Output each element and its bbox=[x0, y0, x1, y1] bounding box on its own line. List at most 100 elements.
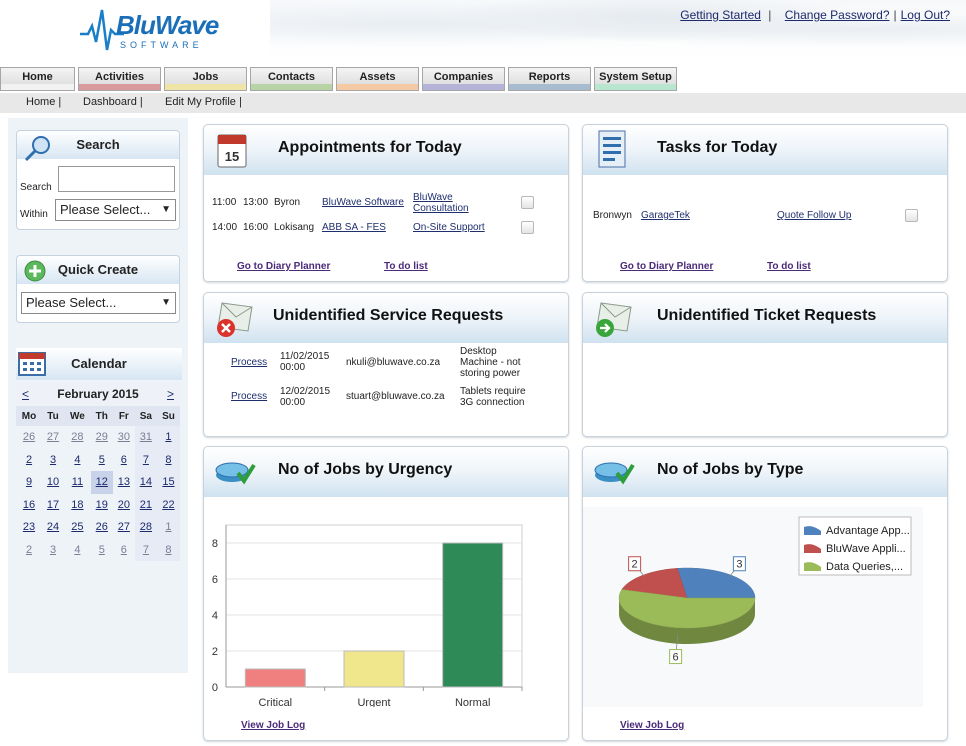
logout-link[interactable]: Log Out? bbox=[901, 8, 950, 22]
calendar-day-link[interactable]: 1 bbox=[165, 431, 171, 443]
calendar-day[interactable]: 28 bbox=[134, 516, 157, 539]
quick-create-select[interactable]: Please Select... ▼ bbox=[21, 292, 176, 314]
to-do-list-link[interactable]: To do list bbox=[767, 261, 811, 272]
calendar-day[interactable]: 8 bbox=[156, 538, 180, 561]
calendar-day[interactable]: 5 bbox=[91, 539, 113, 562]
calendar-day[interactable]: 29 bbox=[91, 426, 113, 449]
calendar-day[interactable]: 24 bbox=[42, 516, 64, 539]
to-do-list-link[interactable]: To do list bbox=[384, 261, 428, 272]
calendar-day-link[interactable]: 31 bbox=[140, 431, 152, 443]
appointment-type-link[interactable]: On-Site Support bbox=[413, 222, 485, 233]
calendar-day-link[interactable]: 28 bbox=[140, 521, 152, 533]
calendar-day-link[interactable]: 11 bbox=[72, 476, 83, 488]
calendar-day[interactable]: 15 bbox=[156, 471, 180, 494]
calendar-day[interactable]: 3 bbox=[42, 539, 64, 562]
within-select[interactable]: Please Select... ▼ bbox=[55, 199, 176, 221]
subnav-edit-profile[interactable]: Edit My Profile | bbox=[165, 96, 242, 108]
task-checkbox[interactable] bbox=[905, 209, 918, 222]
calendar-day[interactable]: 18 bbox=[64, 494, 91, 517]
calendar-day-link[interactable]: 20 bbox=[118, 499, 130, 511]
calendar-day[interactable]: 1 bbox=[156, 426, 180, 449]
calendar-day[interactable]: 16 bbox=[16, 494, 42, 517]
calendar-next-link[interactable]: > bbox=[167, 382, 174, 406]
calendar-day-link[interactable]: 3 bbox=[50, 544, 56, 556]
calendar-day-link[interactable]: 16 bbox=[23, 499, 35, 511]
appointment-company-link[interactable]: ABB SA - FES bbox=[322, 222, 386, 233]
calendar-day-link[interactable]: 4 bbox=[74, 454, 80, 466]
calendar-day-link[interactable]: 2 bbox=[26, 454, 32, 466]
calendar-day-link[interactable]: 15 bbox=[162, 476, 174, 488]
calendar-day-link[interactable]: 1 bbox=[165, 521, 171, 533]
calendar-day-link[interactable]: 26 bbox=[96, 521, 108, 533]
calendar-day[interactable]: 10 bbox=[42, 471, 64, 494]
subnav-dashboard[interactable]: Dashboard | bbox=[83, 96, 143, 108]
appointment-checkbox[interactable] bbox=[521, 221, 534, 234]
calendar-day-link[interactable]: 7 bbox=[143, 454, 149, 466]
calendar-day-link[interactable]: 2 bbox=[26, 544, 32, 556]
calendar-day[interactable]: 26 bbox=[16, 426, 42, 449]
calendar-day[interactable]: 8 bbox=[156, 448, 180, 471]
calendar-day[interactable]: 11 bbox=[64, 471, 91, 494]
tab-contacts[interactable]: Contacts bbox=[250, 67, 333, 91]
calendar-day[interactable]: 6 bbox=[113, 539, 135, 562]
appointment-type-link[interactable]: Consultation bbox=[413, 203, 469, 214]
calendar-day-link[interactable]: 6 bbox=[121, 544, 127, 556]
appointment-checkbox[interactable] bbox=[521, 196, 534, 209]
calendar-day[interactable]: 17 bbox=[42, 494, 64, 517]
calendar-day-link[interactable]: 18 bbox=[71, 499, 83, 511]
appointment-company-link[interactable]: BluWave Software bbox=[322, 197, 404, 208]
calendar-day-link[interactable]: 27 bbox=[47, 431, 59, 443]
calendar-day[interactable]: 5 bbox=[91, 449, 113, 472]
search-input[interactable] bbox=[58, 166, 175, 192]
calendar-day-link[interactable]: 5 bbox=[99, 454, 105, 466]
calendar-day-link[interactable]: 13 bbox=[118, 476, 130, 488]
calendar-day[interactable]: 27 bbox=[42, 426, 64, 449]
tab-assets[interactable]: Assets bbox=[336, 67, 419, 91]
getting-started-link[interactable]: Getting Started bbox=[680, 8, 761, 22]
calendar-day-link[interactable]: 7 bbox=[143, 544, 149, 556]
calendar-day-link[interactable]: 8 bbox=[165, 544, 171, 556]
calendar-day-link[interactable]: 9 bbox=[26, 476, 32, 488]
tab-reports[interactable]: Reports bbox=[508, 67, 591, 91]
calendar-day[interactable]: 4 bbox=[64, 449, 91, 472]
calendar-day[interactable]: 7 bbox=[134, 538, 157, 561]
view-job-log-link[interactable]: View Job Log bbox=[620, 720, 684, 731]
calendar-day-link[interactable]: 28 bbox=[71, 431, 83, 443]
task-company-link[interactable]: GarageTek bbox=[641, 210, 690, 221]
calendar-day[interactable]: 30 bbox=[113, 426, 135, 449]
calendar-day[interactable]: 25 bbox=[64, 516, 91, 539]
calendar-day[interactable]: 22 bbox=[156, 493, 180, 516]
calendar-day[interactable]: 27 bbox=[113, 516, 135, 539]
calendar-day[interactable]: 1 bbox=[156, 516, 180, 539]
calendar-day-link[interactable]: 5 bbox=[99, 544, 105, 556]
calendar-day-link[interactable]: 26 bbox=[23, 431, 35, 443]
calendar-day-link[interactable]: 8 bbox=[165, 454, 171, 466]
calendar-day[interactable]: 23 bbox=[16, 516, 42, 539]
go-to-diary-planner-link[interactable]: Go to Diary Planner bbox=[620, 261, 713, 272]
process-link[interactable]: Process bbox=[231, 391, 267, 402]
appointment-type-link[interactable]: BluWave bbox=[413, 192, 453, 203]
task-name-link[interactable]: Quote Follow Up bbox=[777, 210, 851, 221]
calendar-day[interactable]: 6 bbox=[113, 449, 135, 472]
calendar-day[interactable]: 14 bbox=[134, 471, 157, 494]
calendar-day[interactable]: 9 bbox=[16, 471, 42, 494]
calendar-day[interactable]: 20 bbox=[113, 494, 135, 517]
tab-jobs[interactable]: Jobs bbox=[164, 67, 247, 91]
calendar-day-link[interactable]: 4 bbox=[74, 544, 80, 556]
calendar-day-link[interactable]: 30 bbox=[118, 431, 130, 443]
calendar-day[interactable]: 13 bbox=[113, 471, 135, 494]
calendar-day[interactable]: 2 bbox=[16, 539, 42, 562]
calendar-day-link[interactable]: 12 bbox=[96, 476, 108, 488]
process-link[interactable]: Process bbox=[231, 357, 267, 368]
calendar-day-link[interactable]: 29 bbox=[96, 431, 108, 443]
calendar-day[interactable]: 2 bbox=[16, 449, 42, 472]
tab-home[interactable]: Home bbox=[0, 67, 75, 91]
go-to-diary-planner-link[interactable]: Go to Diary Planner bbox=[237, 261, 330, 272]
calendar-day-today[interactable]: 12 bbox=[90, 471, 113, 494]
calendar-day-link[interactable]: 14 bbox=[140, 476, 152, 488]
calendar-day-link[interactable]: 27 bbox=[118, 521, 130, 533]
calendar-day-link[interactable]: 19 bbox=[96, 499, 108, 511]
change-password-link[interactable]: Change Password? bbox=[785, 8, 890, 22]
tab-system-setup[interactable]: System Setup bbox=[594, 67, 677, 91]
calendar-day-link[interactable]: 21 bbox=[140, 499, 152, 511]
